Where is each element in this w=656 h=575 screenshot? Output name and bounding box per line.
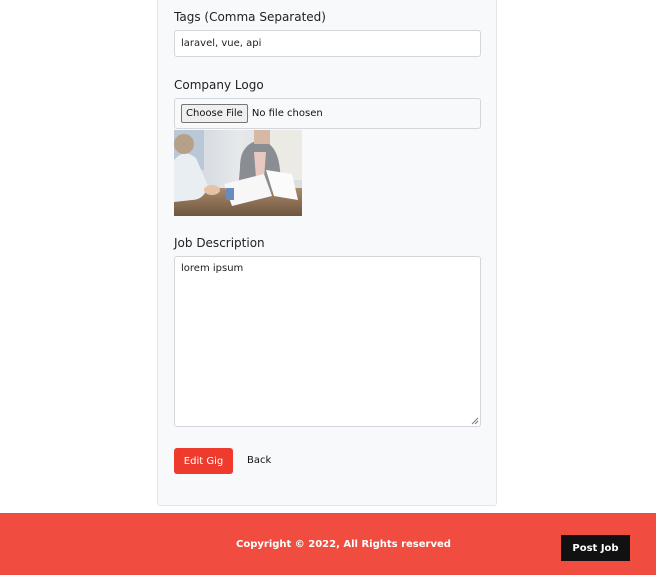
tags-input[interactable] (174, 30, 481, 57)
company-logo-label: Company Logo (174, 78, 264, 92)
footer: Copyright © 2022, All Rights reserved Po… (0, 513, 656, 575)
copyright-text: Copyright © 2022, All Rights reserved (236, 539, 451, 550)
tags-label: Tags (Comma Separated) (174, 10, 326, 24)
choose-file-button[interactable]: Choose File (181, 104, 248, 123)
back-link[interactable]: Back (247, 455, 271, 466)
logo-file-input[interactable]: Choose File No file chosen (174, 98, 481, 129)
edit-gig-form-card (157, 0, 497, 506)
resize-grip-icon[interactable] (471, 417, 479, 425)
job-description-label: Job Description (174, 236, 265, 250)
post-job-button[interactable]: Post Job (561, 535, 630, 561)
job-description-textarea[interactable]: lorem ipsum (174, 256, 481, 427)
page: Tags (Comma Separated) Company Logo Choo… (0, 0, 656, 575)
company-logo-image (174, 130, 302, 216)
file-status-text: No file chosen (251, 108, 323, 119)
edit-gig-button[interactable]: Edit Gig (174, 448, 233, 474)
